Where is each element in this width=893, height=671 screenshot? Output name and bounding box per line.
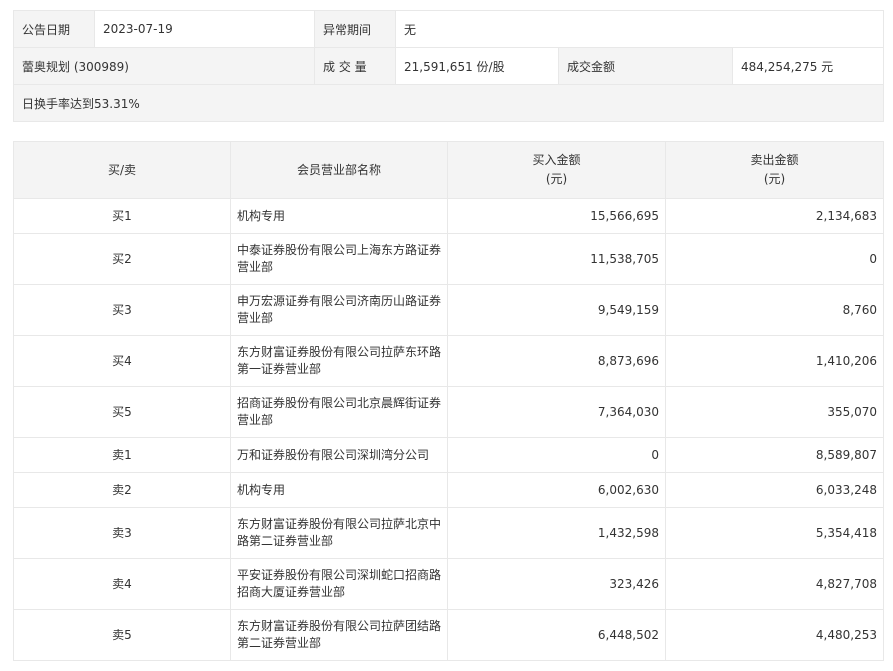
row-sell-amount: 4,480,253	[665, 609, 884, 661]
row-side: 买1	[13, 198, 231, 234]
table-header-row: 买/卖 会员营业部名称 买入金额 (元) 卖出金额 (元)	[13, 141, 884, 199]
table-row: 卖5 东方财富证券股份有限公司拉萨团结路 第二证券营业部 6,448,502 4,480…	[13, 609, 884, 661]
info-row-trading: 蕾奥规划 (300989) 成 交 量 21,591,651 份/股 成交金额 …	[13, 47, 884, 85]
row-dept-name: 申万宏源证券有限公司济南历山路证券 营业部	[230, 284, 448, 336]
date-label: 公告日期	[13, 10, 95, 48]
header-buy-amount: 买入金额 (元)	[447, 141, 666, 199]
dept-name-line1: 万和证券股份有限公司深圳湾分公司	[237, 447, 430, 462]
table-row: 买5 招商证券股份有限公司北京晨辉街证券 营业部 7,364,030 355,070	[13, 386, 884, 438]
table-row: 买2 中泰证券股份有限公司上海东方路证券 营业部 11,538,705 0	[13, 233, 884, 285]
dept-name-line1: 机构专用	[237, 208, 286, 223]
header-sell-label: 卖出金额	[750, 153, 799, 167]
date-value: 2023-07-19	[94, 10, 315, 48]
row-dept-name: 中泰证券股份有限公司上海东方路证券 营业部	[230, 233, 448, 285]
table-row: 卖2 机构专用 6,002,630 6,033,248	[13, 472, 884, 508]
volume-value: 21,591,651 份/股	[395, 47, 559, 85]
row-side: 卖4	[13, 558, 231, 610]
stock-name: 蕾奥规划 (300989)	[13, 47, 315, 85]
row-side: 卖5	[13, 609, 231, 661]
row-side: 卖3	[13, 507, 231, 559]
table-row: 卖1 万和证券股份有限公司深圳湾分公司 0 8,589,807	[13, 437, 884, 473]
table-row: 买3 申万宏源证券有限公司济南历山路证券 营业部 9,549,159 8,760	[13, 284, 884, 336]
row-dept-name: 机构专用	[230, 472, 448, 508]
row-side: 卖1	[13, 437, 231, 473]
row-side: 买5	[13, 386, 231, 438]
table-row: 买1 机构专用 15,566,695 2,134,683	[13, 198, 884, 234]
dept-name-line1: 机构专用	[237, 482, 286, 497]
info-row-date: 公告日期 2023-07-19 异常期间 无	[13, 10, 884, 48]
row-side: 买3	[13, 284, 231, 336]
period-value: 无	[395, 10, 884, 48]
header-sell-amount: 卖出金额 (元)	[665, 141, 884, 199]
table-row: 买4 东方财富证券股份有限公司拉萨东环路 第一证券营业部 8,873,696 1,410…	[13, 335, 884, 387]
header-buy-label: 买入金额	[532, 153, 581, 167]
header-side: 买/卖	[13, 141, 231, 199]
row-dept-name: 万和证券股份有限公司深圳湾分公司	[230, 437, 448, 473]
row-buy-amount: 0	[447, 437, 666, 473]
row-dept-name: 平安证券股份有限公司深圳蛇口招商路 招商大厦证券营业部	[230, 558, 448, 610]
dept-name-line2: 营业部	[237, 413, 274, 427]
info-row-reason: 日换手率达到53.31%	[13, 84, 884, 122]
dept-name-line1: 东方财富证券股份有限公司拉萨团结路	[237, 619, 442, 633]
header-buy-unit: (元)	[545, 172, 568, 186]
row-dept-name: 机构专用	[230, 198, 448, 234]
row-buy-amount: 6,002,630	[447, 472, 666, 508]
row-sell-amount: 8,760	[665, 284, 884, 336]
row-dept-name: 东方财富证券股份有限公司拉萨北京中 路第二证券营业部	[230, 507, 448, 559]
row-sell-amount: 8,589,807	[665, 437, 884, 473]
trading-details-table: 买/卖 会员营业部名称 买入金额 (元) 卖出金额 (元) 买1 机构专用 15,5…	[13, 141, 884, 661]
row-sell-amount: 4,827,708	[665, 558, 884, 610]
row-sell-amount: 0	[665, 233, 884, 285]
dept-name-line2: 营业部	[237, 311, 274, 325]
dept-name-line1: 申万宏源证券有限公司济南历山路证券	[237, 294, 442, 308]
row-buy-amount: 6,448,502	[447, 609, 666, 661]
row-sell-amount: 1,410,206	[665, 335, 884, 387]
dept-name-line1: 平安证券股份有限公司深圳蛇口招商路	[237, 568, 442, 582]
row-sell-amount: 6,033,248	[665, 472, 884, 508]
amount-label: 成交金额	[558, 47, 733, 85]
dept-name-line1: 中泰证券股份有限公司上海东方路证券	[237, 243, 442, 257]
row-buy-amount: 9,549,159	[447, 284, 666, 336]
table-row: 卖4 平安证券股份有限公司深圳蛇口招商路 招商大厦证券营业部 323,426 4,827…	[13, 558, 884, 610]
row-dept-name: 东方财富证券股份有限公司拉萨东环路 第一证券营业部	[230, 335, 448, 387]
table-body: 买1 机构专用 15,566,695 2,134,683 买2 中泰证券股份有限公司上海东…	[13, 198, 884, 661]
row-buy-amount: 8,873,696	[447, 335, 666, 387]
amount-value: 484,254,275 元	[732, 47, 884, 85]
row-sell-amount: 355,070	[665, 386, 884, 438]
row-side: 卖2	[13, 472, 231, 508]
reason-text: 日换手率达到53.31%	[13, 84, 884, 122]
dept-name-line2: 第二证券营业部	[237, 636, 322, 650]
header-sell-unit: (元)	[763, 172, 786, 186]
table-row: 卖3 东方财富证券股份有限公司拉萨北京中 路第二证券营业部 1,432,598 5,35…	[13, 507, 884, 559]
announcement-info-table: 公告日期 2023-07-19 异常期间 无 蕾奥规划 (300989) 成 交…	[13, 10, 884, 122]
row-dept-name: 东方财富证券股份有限公司拉萨团结路 第二证券营业部	[230, 609, 448, 661]
dept-name-line1: 东方财富证券股份有限公司拉萨北京中	[237, 517, 442, 531]
row-buy-amount: 323,426	[447, 558, 666, 610]
dept-name-line2: 招商大厦证券营业部	[237, 585, 346, 599]
row-side: 买2	[13, 233, 231, 285]
row-dept-name: 招商证券股份有限公司北京晨辉街证券 营业部	[230, 386, 448, 438]
period-label: 异常期间	[314, 10, 396, 48]
dept-name-line2: 第一证券营业部	[237, 362, 322, 376]
dept-name-line1: 东方财富证券股份有限公司拉萨东环路	[237, 345, 442, 359]
row-buy-amount: 11,538,705	[447, 233, 666, 285]
volume-label: 成 交 量	[314, 47, 396, 85]
row-buy-amount: 1,432,598	[447, 507, 666, 559]
dept-name-line2: 路第二证券营业部	[237, 534, 334, 548]
dept-name-line2: 营业部	[237, 260, 274, 274]
row-sell-amount: 5,354,418	[665, 507, 884, 559]
row-side: 买4	[13, 335, 231, 387]
row-sell-amount: 2,134,683	[665, 198, 884, 234]
row-buy-amount: 7,364,030	[447, 386, 666, 438]
header-dept: 会员营业部名称	[230, 141, 448, 199]
dept-name-line1: 招商证券股份有限公司北京晨辉街证券	[237, 396, 442, 410]
row-buy-amount: 15,566,695	[447, 198, 666, 234]
